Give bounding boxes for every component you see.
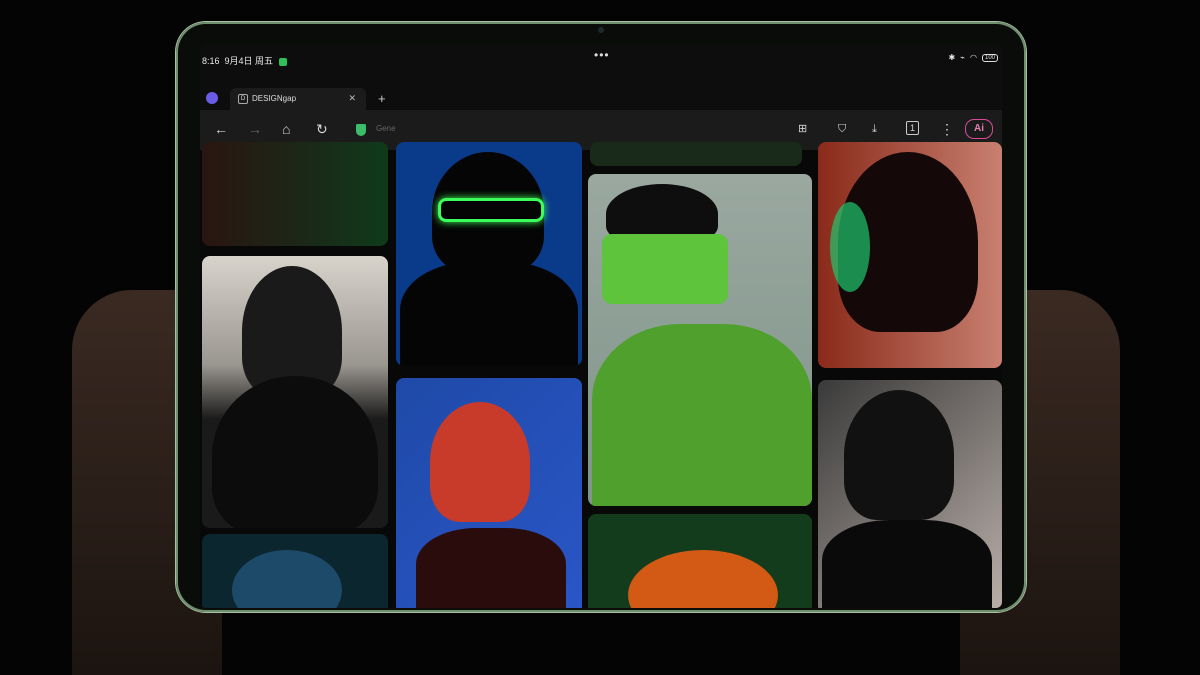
- reload-icon[interactable]: ↻: [316, 121, 328, 137]
- close-icon[interactable]: ✕: [348, 93, 356, 104]
- gallery-item[interactable]: [588, 514, 812, 608]
- tab-designgap[interactable]: D DESIGNgap ✕: [230, 88, 366, 110]
- github-icon[interactable]: [206, 92, 218, 104]
- back-icon[interactable]: ←: [214, 121, 228, 137]
- battery-icon: 100: [981, 53, 998, 62]
- gallery-item[interactable]: [818, 142, 1002, 368]
- front-camera: [598, 27, 604, 33]
- bluetooth-icon: ✱: [948, 53, 956, 62]
- add-page-icon[interactable]: ⊞: [798, 121, 807, 137]
- shield-icon: [356, 124, 366, 136]
- gallery-item[interactable]: [202, 256, 388, 528]
- home-icon[interactable]: ⌂: [282, 121, 290, 137]
- status-bar: 8:16 9月4日 周五 ••• ✱ ⌁ ◠ 100: [200, 44, 1002, 72]
- more-icon[interactable]: ⋮: [940, 121, 954, 137]
- forward-icon[interactable]: →: [248, 121, 262, 137]
- gallery-item[interactable]: [202, 534, 388, 608]
- tab-title: DESIGNgap: [252, 94, 297, 103]
- download-icon[interactable]: ⤓: [872, 121, 877, 137]
- status-time: 8:16 9月4日 周五: [202, 54, 288, 67]
- ai-icon[interactable]: Ai: [965, 119, 993, 139]
- gallery-item[interactable]: [202, 142, 388, 246]
- tab-favicon: D: [238, 94, 248, 104]
- multitask-dots[interactable]: •••: [594, 48, 610, 62]
- tablet-frame: 8:16 9月4日 周五 ••• ✱ ⌁ ◠ 100 D DESIGNgap ✕…: [176, 22, 1026, 612]
- gallery-item[interactable]: [590, 142, 802, 166]
- signal-icon: ⌁: [960, 53, 965, 62]
- gallery-grid: [200, 142, 1002, 608]
- gallery-item[interactable]: [818, 380, 1002, 608]
- gallery-item[interactable]: [396, 142, 582, 366]
- wifi-icon: ◠: [970, 53, 977, 62]
- tab-bar: D DESIGNgap ✕ +: [200, 88, 1002, 110]
- gallery-item[interactable]: [396, 378, 582, 608]
- gallery-item[interactable]: [588, 174, 812, 506]
- wechat-icon: [279, 57, 288, 66]
- browser-screen: 8:16 9月4日 周五 ••• ✱ ⌁ ◠ 100 D DESIGNgap ✕…: [200, 44, 1002, 608]
- address-bar[interactable]: Gene: [376, 124, 396, 133]
- tabs-icon[interactable]: 1: [906, 121, 920, 135]
- bookmark-icon[interactable]: ⛉: [838, 121, 846, 137]
- system-icons: ✱ ⌁ ◠ 100: [948, 53, 998, 62]
- plus-icon[interactable]: +: [378, 91, 386, 106]
